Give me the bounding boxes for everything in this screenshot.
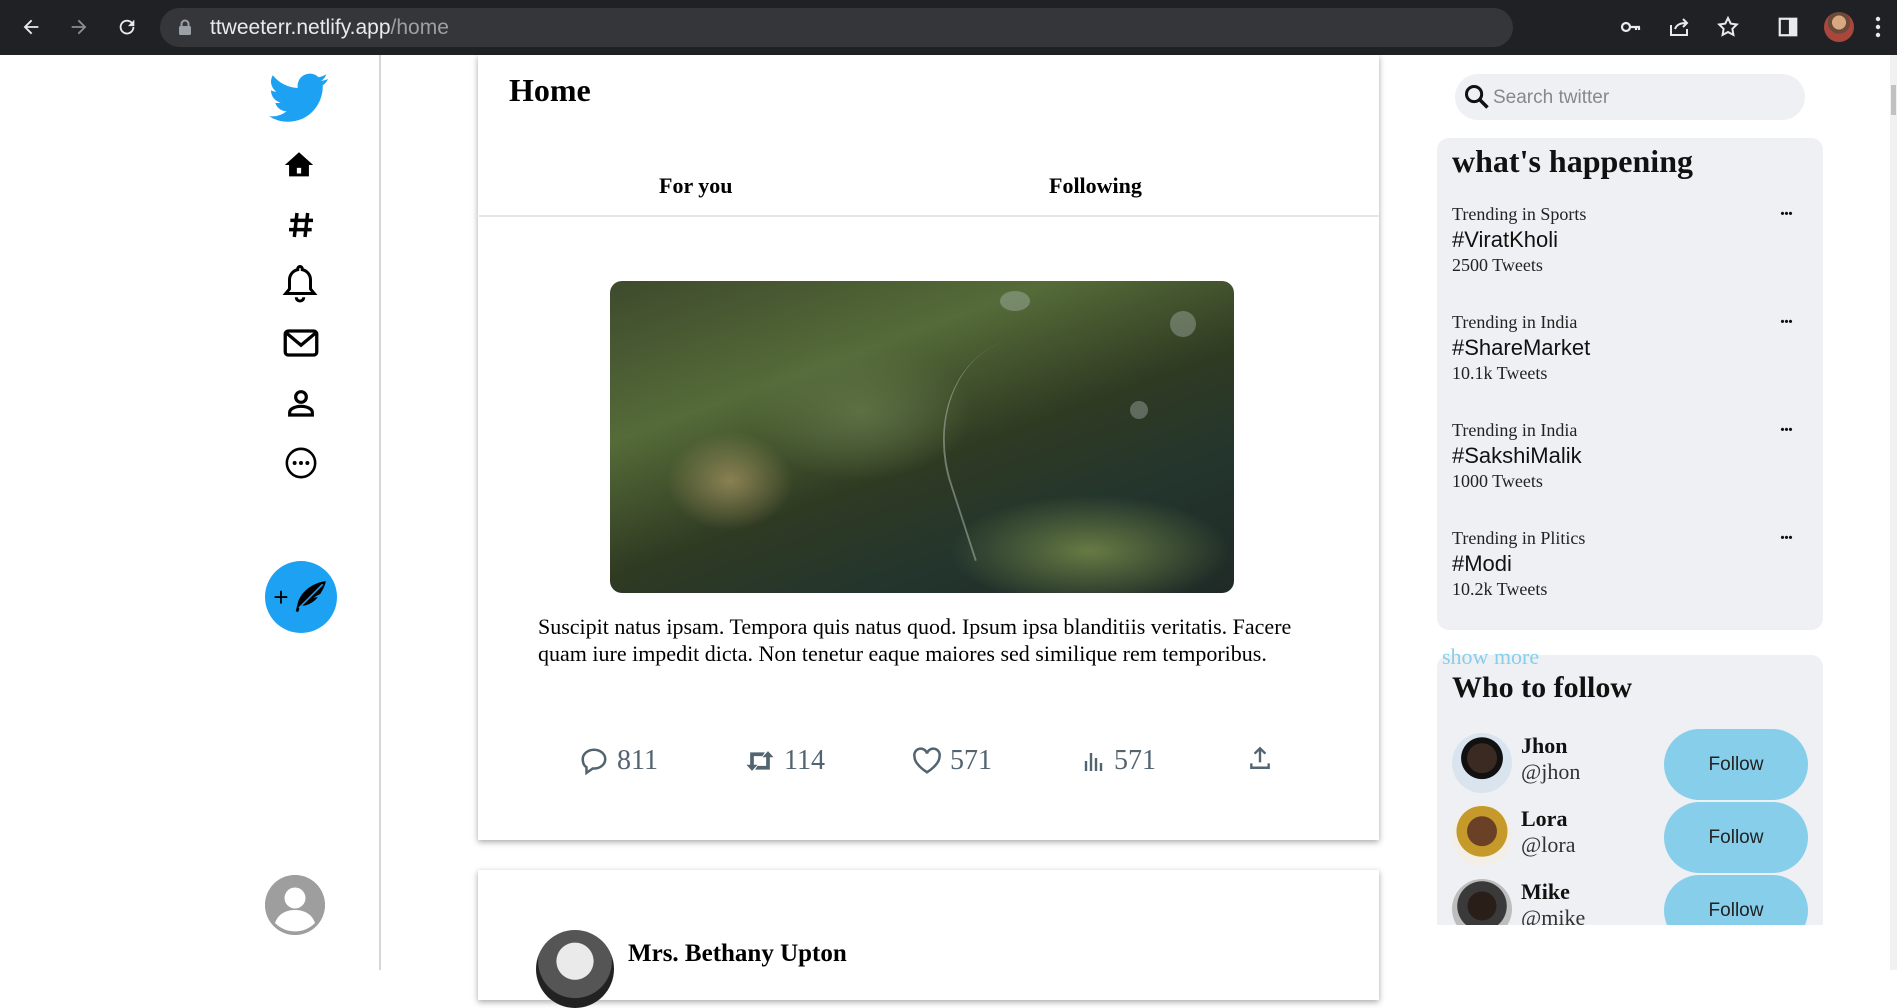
tabs-divider <box>479 215 1379 217</box>
follow-suggestion: Mike @mike Follow <box>1452 875 1812 925</box>
trend-category: Trending in India <box>1452 420 1578 440</box>
browser-profile-avatar[interactable] <box>1824 12 1854 42</box>
follow-handle: @mike <box>1521 905 1586 925</box>
account-avatar-icon[interactable] <box>265 875 325 935</box>
retweet-button[interactable]: 114 <box>744 745 825 777</box>
upload-icon <box>1250 746 1270 769</box>
key-icon[interactable] <box>1616 12 1646 42</box>
address-bar[interactable]: ttweeterr.netlify.app/home <box>160 8 1513 47</box>
more-options-icon[interactable]: ... <box>1780 414 1793 437</box>
feather-icon <box>295 581 326 613</box>
trend-hashtag: #SakshiMalik <box>1452 443 1582 468</box>
trend-hashtag: #ViratKholi <box>1452 227 1558 252</box>
follow-suggestion: Jhon @jhon Follow <box>1452 729 1812 800</box>
reply-button[interactable]: 811 <box>579 745 658 777</box>
more-options-icon[interactable]: ... <box>1780 522 1793 545</box>
trend-count: 10.1k Tweets <box>1452 363 1548 383</box>
profile-icon[interactable] <box>281 383 321 423</box>
share-icon[interactable] <box>1664 12 1694 42</box>
trend-item[interactable]: Trending in India #SakshiMalik 1000 Twee… <box>1452 414 1793 492</box>
follow-handle: @jhon <box>1521 759 1581 784</box>
post-image-bokeh <box>1130 401 1148 419</box>
reply-count: 811 <box>617 745 658 776</box>
like-button[interactable]: 571 <box>912 745 992 777</box>
post-image-bokeh <box>1170 311 1196 337</box>
comment-icon <box>581 748 607 776</box>
browser-menu-icon[interactable] <box>1868 12 1888 42</box>
trend-count: 1000 Tweets <box>1452 471 1543 491</box>
side-panel-icon[interactable] <box>1773 12 1803 42</box>
follow-button[interactable]: Follow <box>1664 802 1808 873</box>
like-count: 571 <box>950 745 992 776</box>
follow-name[interactable]: Lora <box>1521 806 1567 832</box>
show-more-link[interactable]: show more <box>1442 644 1539 670</box>
url-text: ttweeterr.netlify.app/home <box>210 16 449 40</box>
follow-name[interactable]: Jhon <box>1521 733 1567 759</box>
scrollbar-track[interactable] <box>1890 55 1897 970</box>
share-post-button[interactable] <box>1247 745 1273 771</box>
trends-title: what's happening <box>1452 143 1693 179</box>
author-avatar[interactable] <box>536 930 614 1008</box>
follow-handle: @lora <box>1521 832 1576 857</box>
lock-icon <box>179 19 191 35</box>
who-to-follow-title: Who to follow <box>1452 671 1632 704</box>
follow-button[interactable]: Follow <box>1664 875 1808 925</box>
follow-name[interactable]: Mike <box>1521 879 1570 905</box>
trend-category: Trending in Sports <box>1452 204 1587 224</box>
left-sidebar: + <box>0 55 381 970</box>
home-icon[interactable] <box>279 145 319 185</box>
trend-item[interactable]: Trending in Sports #ViratKholi 2500 Twee… <box>1452 198 1793 276</box>
views-button[interactable]: 571 <box>1082 745 1156 777</box>
reload-icon[interactable] <box>112 12 142 42</box>
hashtag-icon[interactable] <box>281 205 321 245</box>
bell-icon[interactable] <box>280 263 320 303</box>
search-input[interactable] <box>1491 82 1795 114</box>
author-name[interactable]: Mrs. Bethany Upton <box>628 940 847 968</box>
trend-item[interactable]: Trending in Plitics #Modi 10.2k Tweets .… <box>1452 522 1793 600</box>
plus-icon: + <box>273 581 289 612</box>
url-host: ttweeterr.netlify.app <box>210 16 391 39</box>
more-options-icon[interactable]: ... <box>1780 306 1793 329</box>
trend-count: 2500 Tweets <box>1452 255 1543 275</box>
follow-list: Jhon @jhon Follow Lora @lora Follow Mike… <box>1437 725 1823 925</box>
browser-toolbar: ttweeterr.netlify.app/home <box>0 0 1897 55</box>
analytics-icon <box>1084 753 1103 771</box>
avatar[interactable] <box>1452 879 1512 925</box>
mail-icon[interactable] <box>281 323 321 363</box>
avatar[interactable] <box>1452 733 1512 793</box>
bookmark-star-icon[interactable] <box>1713 12 1743 42</box>
twitter-logo-icon[interactable] <box>268 67 330 129</box>
url-path: /home <box>390 16 449 39</box>
trend-count: 10.2k Tweets <box>1452 579 1548 599</box>
post-image[interactable] <box>610 281 1234 593</box>
tab-for-you[interactable]: For you <box>659 173 733 199</box>
post-image-bokeh <box>1000 291 1030 311</box>
trend-hashtag: #Modi <box>1452 551 1512 576</box>
trend-item[interactable]: Trending in India #ShareMarket 10.1k Twe… <box>1452 306 1793 384</box>
heart-icon <box>913 747 941 774</box>
follow-button[interactable]: Follow <box>1664 729 1808 800</box>
trend-category: Trending in Plitics <box>1452 528 1586 548</box>
search-box <box>1455 74 1805 120</box>
avatar[interactable] <box>1452 806 1512 866</box>
retweet-icon <box>746 751 774 771</box>
views-count: 571 <box>1114 745 1156 776</box>
trend-category: Trending in India <box>1452 312 1578 332</box>
more-circle-icon[interactable] <box>281 443 321 483</box>
tweet-card <box>478 870 1379 1000</box>
tab-following[interactable]: Following <box>1049 173 1142 199</box>
search-icon <box>1464 84 1489 109</box>
forward-icon[interactable] <box>64 12 94 42</box>
retweet-count: 114 <box>784 745 825 776</box>
page-title: Home <box>509 72 591 108</box>
trend-hashtag: #ShareMarket <box>1452 335 1591 360</box>
compose-tweet-button[interactable]: + <box>265 561 337 633</box>
post-text: Suscipit natus ipsam. Tempora quis natus… <box>538 614 1292 666</box>
scrollbar-thumb[interactable] <box>1891 85 1896 115</box>
post-image-spiderweb <box>913 320 1129 562</box>
follow-suggestion: Lora @lora Follow <box>1452 802 1812 873</box>
back-icon[interactable] <box>16 12 46 42</box>
more-options-icon[interactable]: ... <box>1780 198 1793 221</box>
